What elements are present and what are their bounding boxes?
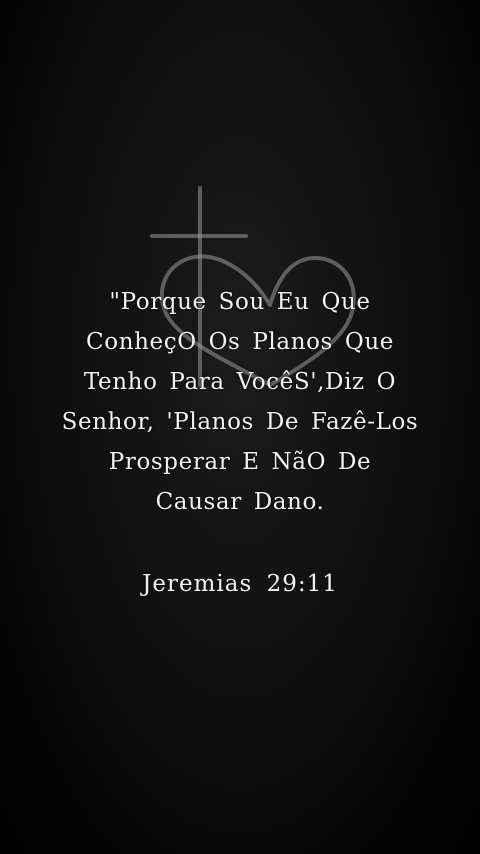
quote-line-4: Senhor, 'Planos De Fazê-Los [61, 409, 419, 435]
bible-quote: "Porque Sou Eu Que ConheçO Os Planos Que… [20, 282, 460, 522]
quote-line-6: Causar Dano. [155, 489, 325, 515]
quote-line-5: Prosperar E NãO De [108, 449, 372, 475]
quote-line-1: "Porque Sou Eu Que [109, 289, 371, 315]
quote-line-2: ConheçO Os Planos Que [86, 329, 394, 355]
verse-reference: Jeremias 29:11 [142, 571, 338, 597]
quote-line-3: Tenho Para VocêS',Diz O [83, 369, 397, 395]
wallpaper-canvas: "Porque Sou Eu Que ConheçO Os Planos Que… [0, 0, 480, 854]
